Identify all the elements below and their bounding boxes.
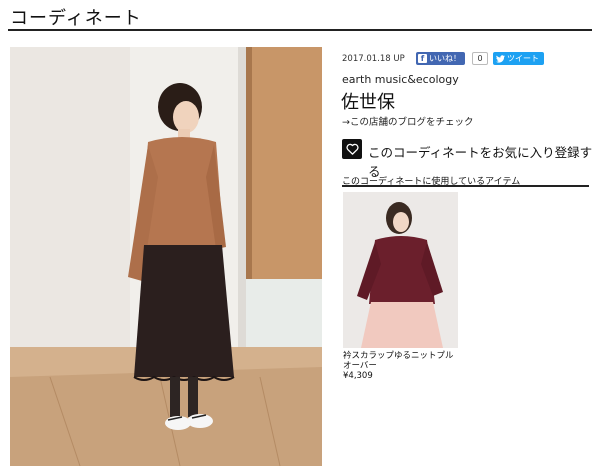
item-name[interactable]: 衿スカラップゆるニットプルオーバー <box>343 351 461 371</box>
tweet-button[interactable]: ツイート <box>493 52 544 65</box>
facebook-icon: f <box>418 54 427 63</box>
facebook-like-count: 0 <box>472 52 488 65</box>
item-price: ¥4,309 <box>343 371 373 381</box>
shop-name: 佐世保 <box>341 92 395 113</box>
tweet-label: ツイート <box>507 54 539 63</box>
post-date: 2017.01.18 UP <box>342 54 405 64</box>
coordinate-page: コーディネート 2017.01.18 UP f いいね！ 0 ツイート eart… <box>0 0 599 473</box>
title-divider <box>8 29 592 31</box>
item-card[interactable]: 衿スカラップゆるニットプルオーバー ¥4,309 <box>343 192 461 382</box>
items-section-divider <box>342 185 589 187</box>
heart-icon <box>345 143 359 155</box>
item-photo[interactable] <box>343 192 458 348</box>
shop-blog-link[interactable]: →この店舗のブログをチェック <box>342 114 473 128</box>
favorite-button[interactable] <box>342 139 362 159</box>
page-title: コーディネート <box>10 8 142 29</box>
twitter-bird-icon <box>496 54 505 63</box>
coordinate-main-photo[interactable] <box>10 47 322 466</box>
brand-name: earth music&ecology <box>342 73 459 86</box>
facebook-like-label: いいね！ <box>429 54 461 63</box>
facebook-like-button[interactable]: f いいね！ <box>416 52 465 65</box>
